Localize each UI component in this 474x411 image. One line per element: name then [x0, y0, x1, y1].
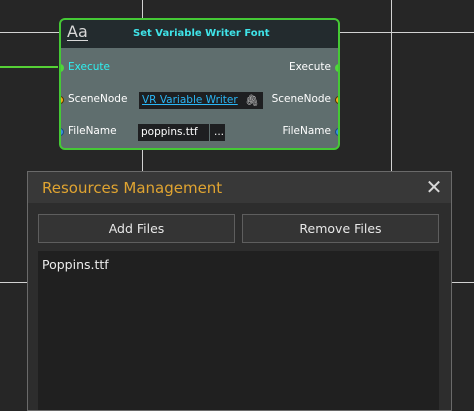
- browse-button[interactable]: ...: [210, 124, 225, 141]
- resources-management-dialog[interactable]: Resources Management ✕ Add Files Remove …: [27, 171, 452, 411]
- file-name-output-pin[interactable]: [335, 128, 338, 136]
- scene-node-input-label: SceneNode: [68, 93, 128, 105]
- scene-node-input-pin[interactable]: [61, 96, 64, 104]
- paperclip-icon[interactable]: 🖇: [245, 92, 259, 109]
- file-name-output-label: FileName: [282, 125, 331, 137]
- close-icon[interactable]: ✕: [425, 176, 443, 198]
- execute-input-label: Execute: [68, 61, 110, 73]
- execute-input-pin[interactable]: [61, 64, 64, 72]
- scene-node-output-pin[interactable]: [335, 96, 338, 104]
- scene-node-field[interactable]: VR Variable Writer 🖇: [139, 92, 263, 109]
- node-title: Set Variable Writer Font: [133, 28, 270, 39]
- execute-wire: [0, 66, 58, 68]
- execute-output-pin[interactable]: [335, 64, 338, 72]
- list-item[interactable]: Poppins.ttf: [42, 257, 109, 272]
- dialog-body: Add Files Remove Files Poppins.ttf: [28, 203, 451, 410]
- file-name-field[interactable]: poppins.ttf: [138, 124, 209, 141]
- font-icon: Aa: [67, 22, 88, 41]
- node-header[interactable]: Aa Set Variable Writer Font: [61, 20, 338, 48]
- scene-node-output-label: SceneNode: [271, 93, 331, 105]
- scene-node-value[interactable]: VR Variable Writer: [142, 94, 238, 106]
- file-name-input-pin[interactable]: [61, 128, 64, 136]
- execute-output-label: Execute: [289, 61, 331, 73]
- file-list[interactable]: Poppins.ttf: [38, 251, 439, 410]
- file-name-input-label: FileName: [68, 125, 117, 137]
- dialog-title: Resources Management: [42, 179, 223, 197]
- add-files-button[interactable]: Add Files: [38, 214, 235, 243]
- set-variable-writer-font-node[interactable]: Aa Set Variable Writer Font Execute Exec…: [59, 18, 340, 150]
- remove-files-button[interactable]: Remove Files: [242, 214, 439, 243]
